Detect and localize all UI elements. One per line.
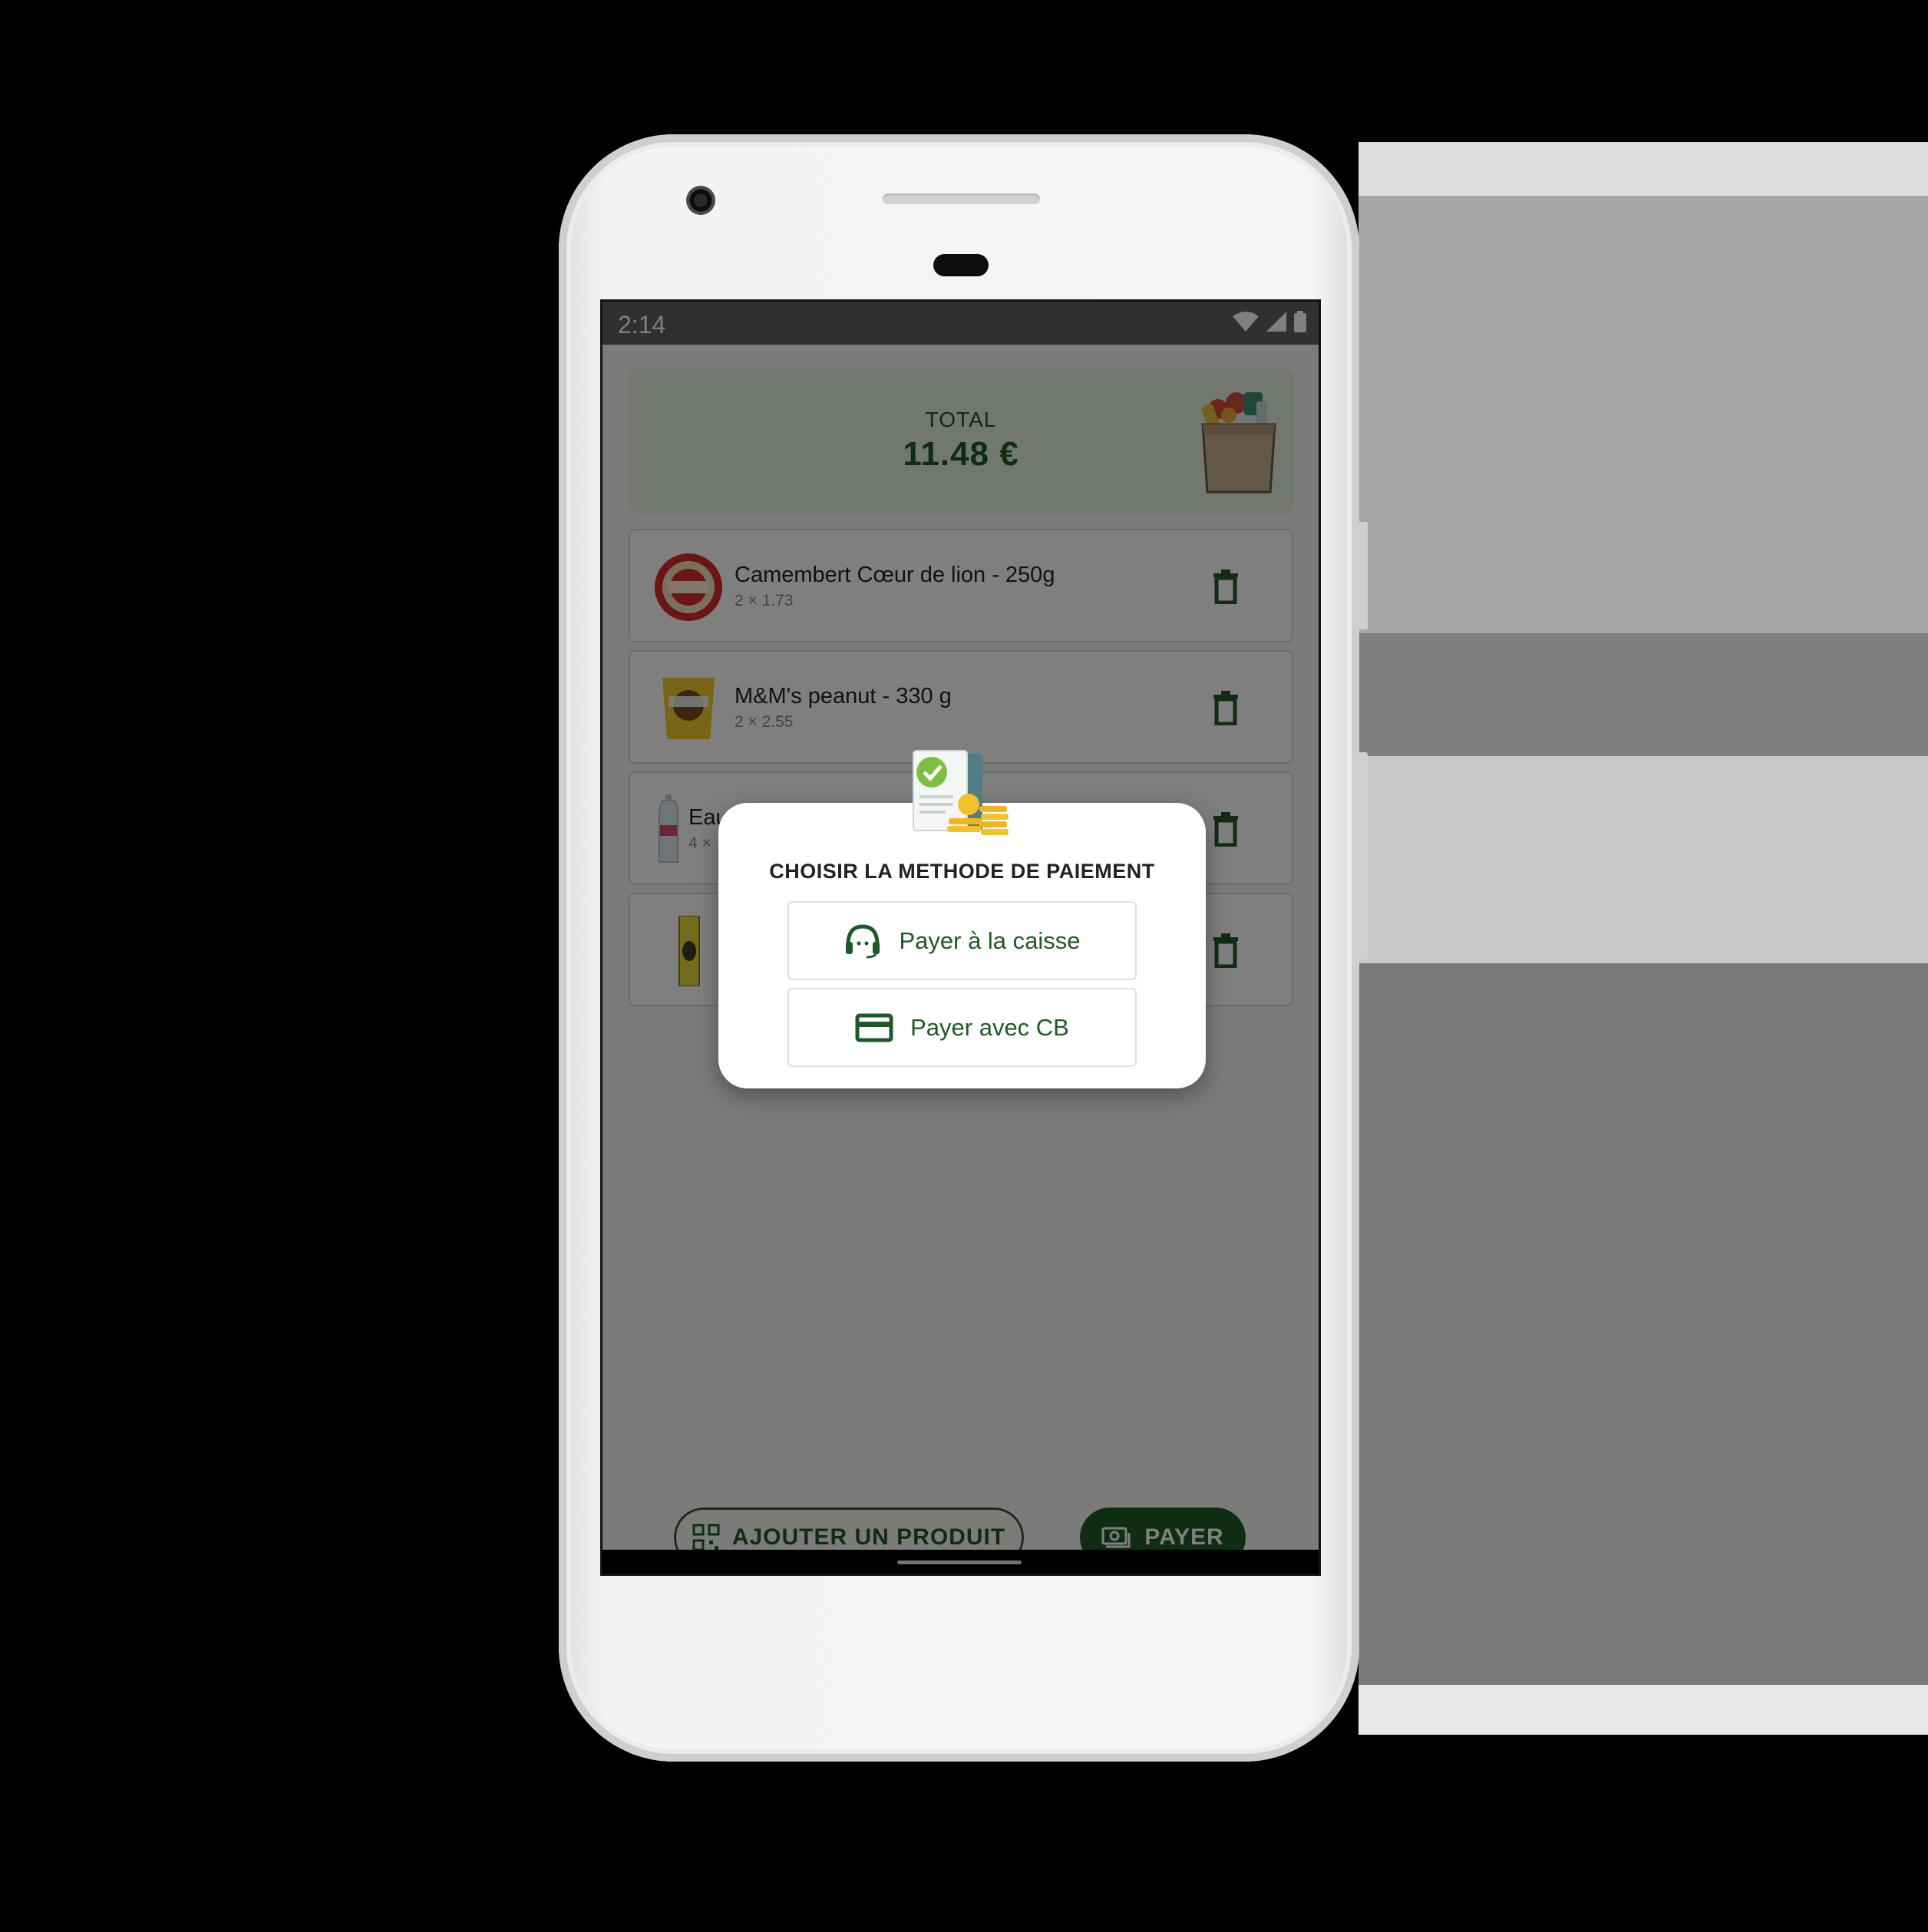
credit-card-icon bbox=[855, 1013, 893, 1042]
phone-volume-button bbox=[1359, 752, 1368, 959]
background-band bbox=[1359, 633, 1928, 756]
pay-by-card-button[interactable]: Payer avec CB bbox=[787, 988, 1137, 1067]
payment-method-dialog: CHOISIR LA METHODE DE PAIEMENT Payer à l… bbox=[718, 803, 1206, 1088]
background-band bbox=[1359, 963, 1928, 1685]
phone-screen: 2:14 TOTAL 11.48 € bbox=[600, 299, 1321, 1576]
pay-by-card-label: Payer avec CB bbox=[910, 1013, 1069, 1041]
receipt-coins-icon bbox=[913, 750, 1009, 835]
pay-at-checkout-button[interactable]: Payer à la caisse bbox=[787, 901, 1137, 980]
front-camera bbox=[686, 186, 715, 215]
pay-at-checkout-label: Payer à la caisse bbox=[899, 926, 1081, 954]
dialog-title: CHOISIR LA METHODE DE PAIEMENT bbox=[769, 860, 1155, 883]
proximity-sensor bbox=[933, 254, 989, 276]
background-band bbox=[1359, 756, 1928, 963]
earpiece-speaker bbox=[883, 193, 1040, 204]
background-band bbox=[1359, 142, 1928, 196]
background-band bbox=[1359, 196, 1928, 633]
background-band bbox=[1359, 1685, 1928, 1735]
phone-side-button bbox=[1359, 522, 1368, 629]
headset-icon bbox=[846, 923, 880, 958]
